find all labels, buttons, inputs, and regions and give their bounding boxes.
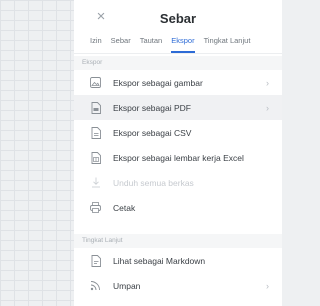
rss-icon <box>90 280 101 292</box>
export-excel-label: Ekspor sebagai lembar kerja Excel <box>113 152 244 163</box>
panel-title: Sebar <box>159 11 197 26</box>
chevron-right-icon: › <box>266 78 269 88</box>
print-label: Cetak <box>113 202 136 213</box>
chevron-right-icon: › <box>266 103 269 113</box>
download-icon <box>90 177 101 189</box>
feed-item[interactable]: Umpan › <box>74 273 282 298</box>
export-pdf-item[interactable]: Ekspor sebagai PDF › <box>74 95 282 120</box>
export-csv-item[interactable]: Ekspor sebagai CSV <box>74 120 282 145</box>
panel-header: × Sebar <box>74 0 282 34</box>
view-markdown-item[interactable]: Lihat sebagai Markdown <box>74 248 282 273</box>
download-all-label: Unduh semua berkas <box>113 177 194 188</box>
print-item[interactable]: Cetak <box>74 195 282 220</box>
markdown-icon <box>90 254 101 267</box>
excel-icon <box>90 151 101 164</box>
section-export-header: Ekspor <box>74 56 282 70</box>
print-icon <box>90 202 101 214</box>
export-excel-item[interactable]: Ekspor sebagai lembar kerja Excel <box>74 145 282 170</box>
download-all-item: Unduh semua berkas <box>74 170 282 195</box>
background-spreadsheet <box>0 0 74 306</box>
export-image-label: Ekspor sebagai gambar <box>113 77 203 88</box>
tab-bar: Izin Sebar Tautan Ekspor Tingkat Lanjut <box>74 34 282 54</box>
tab-tingkat-lanjut[interactable]: Tingkat Lanjut <box>204 34 251 48</box>
csv-icon <box>90 126 101 139</box>
tab-tautan[interactable]: Tautan <box>140 34 163 48</box>
tab-izin[interactable]: Izin <box>90 34 102 48</box>
section-advanced-header: Tingkat Lanjut <box>74 234 282 248</box>
share-panel: × Sebar Izin Sebar Tautan Ekspor Tingkat… <box>74 0 282 306</box>
tab-ekspor[interactable]: Ekspor <box>171 34 195 53</box>
chevron-right-icon: › <box>266 281 269 291</box>
view-markdown-label: Lihat sebagai Markdown <box>113 255 206 266</box>
tab-sebar[interactable]: Sebar <box>111 34 131 48</box>
feed-label: Umpan <box>113 280 141 291</box>
pdf-icon <box>90 101 101 114</box>
export-pdf-label: Ekspor sebagai PDF <box>113 102 191 113</box>
export-csv-label: Ekspor sebagai CSV <box>113 127 192 138</box>
export-image-item[interactable]: Ekspor sebagai gambar › <box>74 70 282 95</box>
image-icon <box>90 77 101 89</box>
